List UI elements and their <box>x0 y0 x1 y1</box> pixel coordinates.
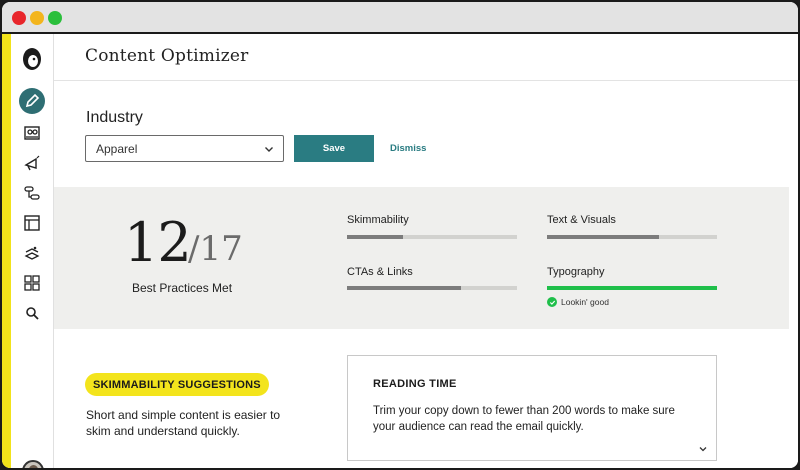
progress-fill-text-visuals <box>547 235 660 239</box>
website-icon[interactable] <box>21 212 43 234</box>
automation-flow-icon[interactable] <box>21 182 43 204</box>
save-button[interactable]: Save <box>294 135 374 162</box>
progress-fill-ctas-links <box>347 286 461 290</box>
progress-bar-skimmability <box>347 235 517 239</box>
yellow-border-decoration <box>2 34 11 468</box>
chevron-down-icon <box>265 147 273 152</box>
progress-bar-text-visuals <box>547 235 717 239</box>
score-panel: 12 /17 Best Practices Met Skimmability T… <box>54 187 789 329</box>
sidebar <box>11 34 54 468</box>
mailchimp-logo-icon[interactable] <box>20 44 44 72</box>
audience-icon[interactable] <box>21 122 43 144</box>
maximize-window-button[interactable] <box>48 11 62 25</box>
progress-fill-skimmability <box>347 235 404 239</box>
industry-select-value: Apparel <box>96 142 138 156</box>
skimmability-suggestions-tag: SKIMMABILITY SUGGESTIONS <box>85 373 269 396</box>
progress-bar-ctas-links <box>347 286 517 290</box>
metric-label-ctas-links: CTAs & Links <box>347 266 413 278</box>
industry-label: Industry <box>86 109 143 126</box>
integrations-icon[interactable] <box>21 242 43 264</box>
industry-select[interactable]: Apparel <box>85 135 284 162</box>
reading-time-title: READING TIME <box>373 378 457 390</box>
typography-status: Lookin' good <box>547 297 609 307</box>
browser-window: Content Optimizer Industry Apparel Save … <box>0 0 800 470</box>
campaign-megaphone-icon[interactable] <box>21 152 43 174</box>
typography-status-text: Lookin' good <box>561 297 609 307</box>
practices-met-count: 12 <box>124 211 192 274</box>
reading-time-body: Trim your copy down to fewer than 200 wo… <box>373 405 675 433</box>
metric-label-text-visuals: Text & Visuals <box>547 214 616 226</box>
pencil-icon[interactable] <box>19 88 45 114</box>
page-header: Content Optimizer <box>54 34 798 81</box>
check-circle-icon <box>547 297 557 307</box>
progress-fill-typography <box>547 286 717 290</box>
suggestion-description: Short and simple content is easier to sk… <box>86 408 281 438</box>
user-avatar[interactable] <box>22 460 44 468</box>
close-window-button[interactable] <box>12 11 26 25</box>
metric-label-skimmability: Skimmability <box>347 214 409 226</box>
page-title: Content Optimizer <box>85 46 249 66</box>
apps-grid-icon[interactable] <box>21 272 43 294</box>
main-content: Content Optimizer Industry Apparel Save … <box>54 34 798 468</box>
metric-label-typography: Typography <box>547 266 605 278</box>
minimize-window-button[interactable] <box>30 11 44 25</box>
practices-total: /17 <box>188 229 243 269</box>
search-icon[interactable] <box>21 302 43 324</box>
window-titlebar <box>2 2 798 34</box>
reading-time-card[interactable]: READING TIME Trim your copy down to fewe… <box>347 355 717 461</box>
dismiss-link[interactable]: Dismiss <box>390 143 426 154</box>
progress-bar-typography <box>547 286 717 290</box>
practices-caption: Best Practices Met <box>132 281 233 295</box>
chevron-down-icon[interactable] <box>698 444 708 454</box>
